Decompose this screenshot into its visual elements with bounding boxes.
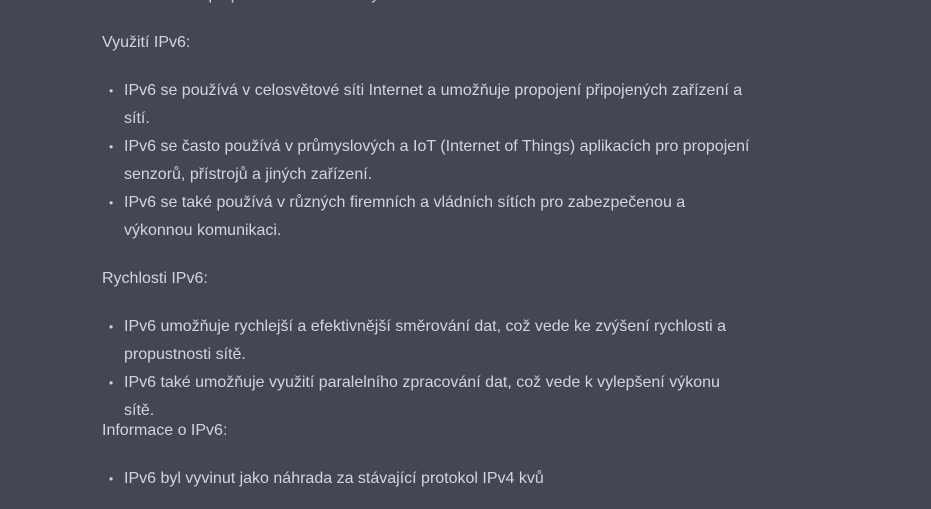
section-speeds: Rychlosti IPv6: • IPv6 umožňuje rychlejš… <box>102 265 762 425</box>
list-item-text: IPv6 se používá v celosvětové síti Inter… <box>124 82 743 127</box>
section-usage: Využití IPv6: • IPv6 se používá v celosv… <box>102 29 762 245</box>
clipped-previous-line: komunikaci při přechodu mezi různými sít… <box>124 0 448 9</box>
bullet-icon: • <box>109 472 114 486</box>
list-item: • IPv6 umožňuje rychlejší a efektivnější… <box>102 313 754 369</box>
bullet-list: • IPv6 se používá v celosvětové síti Int… <box>102 77 762 245</box>
list-item: • IPv6 byl vyvinut jako náhrada za stáva… <box>102 465 754 493</box>
bullet-icon: • <box>109 320 114 334</box>
list-item-text: IPv6 se často používá v průmyslových a I… <box>124 138 750 183</box>
list-item-text: IPv6 také umožňuje využití paralelního z… <box>124 374 720 419</box>
section-heading: Využití IPv6: <box>102 34 191 51</box>
section-heading: Informace o IPv6: <box>102 422 228 439</box>
bullet-icon: • <box>109 376 114 390</box>
list-item: • IPv6 se často používá v průmyslových a… <box>102 133 754 189</box>
list-item-text: IPv6 umožňuje rychlejší a efektivnější s… <box>124 318 727 363</box>
bullet-icon: • <box>109 196 114 210</box>
section-heading: Rychlosti IPv6: <box>102 270 208 287</box>
bullet-list: • IPv6 byl vyvinut jako náhrada za stáva… <box>102 465 762 493</box>
section-info: Informace o IPv6: • IPv6 byl vyvinut jak… <box>102 417 762 493</box>
bullet-icon: • <box>109 84 114 98</box>
list-item-text: IPv6 byl vyvinut jako náhrada za stávají… <box>124 470 544 487</box>
list-item: • IPv6 se také používá v různých firemní… <box>102 189 754 245</box>
bullet-list: • IPv6 umožňuje rychlejší a efektivnější… <box>102 313 762 425</box>
list-item: • IPv6 se používá v celosvětové síti Int… <box>102 77 754 133</box>
bullet-icon: • <box>109 140 114 154</box>
list-item-text: IPv6 se také používá v různých firemních… <box>124 194 686 239</box>
